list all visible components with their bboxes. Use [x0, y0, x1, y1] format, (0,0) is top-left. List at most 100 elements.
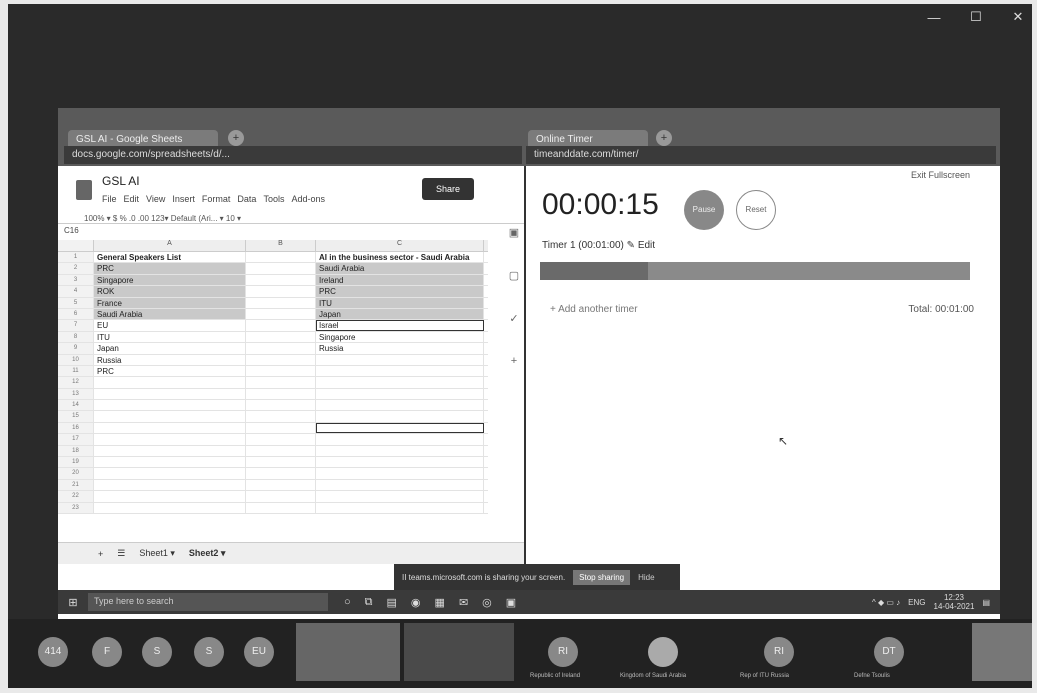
taskbar-search[interactable]: Type here to search	[88, 593, 328, 611]
table-cell[interactable]: EU	[94, 320, 246, 331]
col-header-b[interactable]: B	[246, 240, 316, 251]
notification-icon[interactable]: ▤	[982, 598, 990, 607]
row-number[interactable]: 8	[58, 331, 94, 343]
table-cell[interactable]	[316, 354, 484, 365]
table-cell[interactable]: Japan	[316, 308, 484, 320]
row-number[interactable]: 6	[58, 308, 94, 320]
table-cell[interactable]	[94, 434, 246, 445]
table-cell[interactable]	[316, 434, 484, 445]
participant-avatar[interactable]: EU	[244, 637, 274, 667]
table-cell[interactable]: France	[94, 297, 246, 308]
file-explorer-icon[interactable]: ▤	[387, 596, 397, 609]
tasks-icon[interactable]: ✓	[509, 312, 518, 325]
maximize-icon[interactable]: ☐	[968, 9, 984, 25]
table-cell[interactable]	[246, 479, 316, 491]
video-tile-person[interactable]	[404, 623, 514, 681]
col-header-c[interactable]: C	[316, 240, 484, 251]
table-cell[interactable]	[316, 445, 484, 457]
clock[interactable]: 12:23 14-04-2021	[934, 593, 975, 611]
table-cell[interactable]	[246, 502, 316, 513]
menu-insert[interactable]: Insert	[172, 194, 195, 204]
table-cell[interactable]	[246, 343, 316, 354]
address-bar-right[interactable]: timeanddate.com/timer/	[526, 146, 996, 164]
add-timer-link[interactable]: + Add another timer	[550, 304, 638, 315]
teams-icon[interactable]: ▣	[506, 596, 516, 609]
table-cell[interactable]	[94, 468, 246, 479]
table-cell[interactable]	[94, 502, 246, 513]
table-cell[interactable]	[246, 468, 316, 479]
language-indicator[interactable]: ENG	[908, 598, 925, 607]
new-tab-icon[interactable]: +	[656, 130, 672, 146]
row-number[interactable]: 14	[58, 400, 94, 411]
all-sheets-button[interactable]: ☰	[117, 548, 125, 559]
corner-cell[interactable]	[58, 240, 94, 251]
hide-button[interactable]: Hide	[638, 573, 654, 582]
table-cell[interactable]	[94, 491, 246, 502]
table-cell[interactable]	[316, 411, 484, 422]
menu-format[interactable]: Format	[202, 194, 231, 204]
timer-label[interactable]: Timer 1 (00:01:00) ✎ Edit	[542, 240, 655, 251]
table-cell[interactable]	[316, 491, 484, 502]
row-number[interactable]: 12	[58, 377, 94, 388]
row-number[interactable]: 7	[58, 320, 94, 331]
stop-sharing-button[interactable]: Stop sharing	[573, 569, 631, 585]
table-cell[interactable]	[246, 388, 316, 400]
row-number[interactable]: 2	[58, 263, 94, 274]
table-cell[interactable]: Singapore	[316, 331, 484, 343]
table-cell[interactable]: Israel	[316, 320, 484, 331]
video-tile-flag[interactable]	[296, 623, 400, 681]
keep-icon[interactable]: ▢	[509, 269, 519, 282]
address-bar-left[interactable]: docs.google.com/spreadsheets/d/...	[64, 146, 522, 164]
table-cell[interactable]: ITU	[94, 331, 246, 343]
participant-avatar[interactable]: S	[142, 637, 172, 667]
participant-avatar[interactable]: 414	[38, 637, 68, 667]
row-number[interactable]: 1	[58, 252, 94, 263]
tab-sheet2[interactable]: Sheet2 ▾	[189, 548, 226, 559]
format-toolbar[interactable]: 100% ▾ $ % .0 .00 123▾ Default (Ari... ▾…	[84, 214, 241, 223]
row-number[interactable]: 21	[58, 479, 94, 491]
col-header-a[interactable]: A	[94, 240, 246, 251]
table-cell[interactable]	[246, 411, 316, 422]
row-number[interactable]: 23	[58, 502, 94, 513]
row-number[interactable]: 22	[58, 491, 94, 502]
table-cell[interactable]	[94, 411, 246, 422]
participant-avatar[interactable]: RI	[548, 637, 578, 667]
menu-edit[interactable]: Edit	[124, 194, 140, 204]
table-cell[interactable]	[246, 491, 316, 502]
mail-icon[interactable]: ✉	[459, 596, 468, 609]
row-number[interactable]: 17	[58, 434, 94, 445]
table-cell[interactable]	[94, 479, 246, 491]
table-cell[interactable]: Singapore	[94, 274, 246, 286]
task-view-icon[interactable]: ⧉	[365, 596, 373, 609]
sheet-grid[interactable]: A B C 1 General Speakers List AI in the bu…	[58, 240, 488, 514]
table-cell[interactable]	[316, 388, 484, 400]
cortana-icon[interactable]: ○	[344, 596, 351, 609]
participant-avatar[interactable]: S	[194, 637, 224, 667]
table-cell[interactable]	[94, 388, 246, 400]
table-cell[interactable]	[94, 445, 246, 457]
table-cell[interactable]	[316, 457, 484, 468]
table-cell[interactable]	[94, 377, 246, 388]
table-cell[interactable]	[94, 457, 246, 468]
menu-file[interactable]: File	[102, 194, 117, 204]
participant-avatar[interactable]: RI	[764, 637, 794, 667]
table-cell[interactable]: Saudi Arabia	[316, 263, 484, 274]
doc-title[interactable]: GSL AI	[102, 174, 140, 188]
table-cell[interactable]	[246, 365, 316, 377]
table-cell[interactable]	[246, 308, 316, 320]
row-number[interactable]: 16	[58, 422, 94, 434]
row-number[interactable]: 10	[58, 354, 94, 365]
table-cell[interactable]	[246, 354, 316, 365]
tray-icons[interactable]: ^ ◆ ▭ ♪	[872, 598, 900, 607]
browser-icon[interactable]: ◉	[411, 596, 421, 609]
add-sheet-button[interactable]: +	[98, 549, 103, 559]
row-number[interactable]: 3	[58, 274, 94, 286]
table-cell[interactable]	[246, 445, 316, 457]
exit-fullscreen-link[interactable]: Exit Fullscreen	[911, 170, 970, 180]
menu-view[interactable]: View	[146, 194, 165, 204]
table-cell[interactable]	[94, 400, 246, 411]
menu-data[interactable]: Data	[237, 194, 256, 204]
table-cell[interactable]	[246, 331, 316, 343]
table-cell[interactable]	[246, 297, 316, 308]
table-cell[interactable]	[316, 377, 484, 388]
